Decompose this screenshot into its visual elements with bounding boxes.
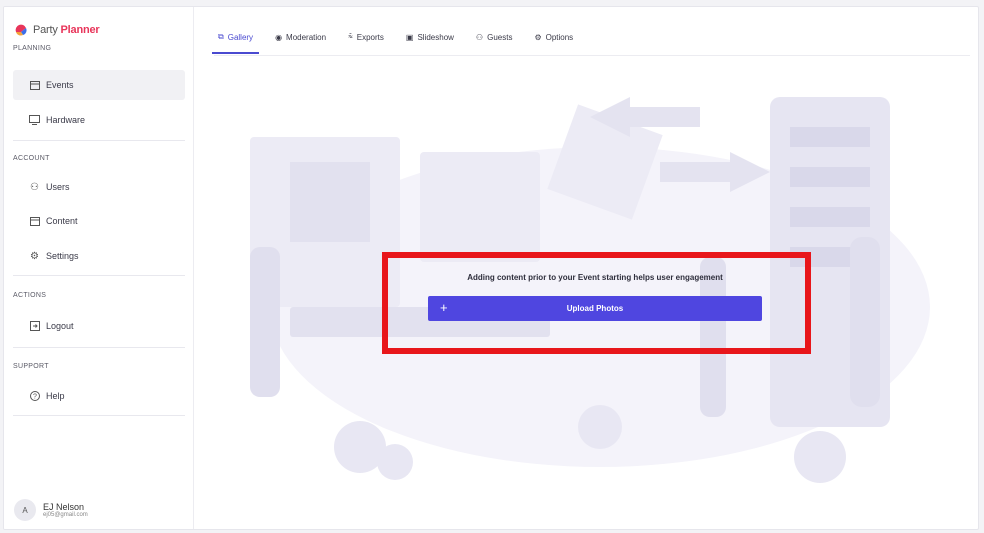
- sidebar-item-label: Hardware: [46, 115, 86, 125]
- tab-guests[interactable]: ⚇ Guests: [476, 29, 513, 45]
- plus-icon: +: [440, 300, 448, 315]
- calendar-icon: [29, 80, 40, 91]
- sidebar-item-logout[interactable]: Logout: [13, 311, 185, 341]
- sidebar-item-users[interactable]: ⚇ Users: [13, 172, 185, 202]
- user-email: ej05@gmail.com: [43, 512, 88, 518]
- user-profile[interactable]: A EJ Nelson ej05@gmail.com: [14, 499, 88, 521]
- tab-label: Gallery: [227, 32, 254, 42]
- options-icon: ⚙: [534, 32, 542, 42]
- gallery-icon: ⧉: [218, 32, 224, 41]
- gear-icon: ⚙: [30, 250, 39, 262]
- upload-photos-label: Upload Photos: [566, 304, 624, 313]
- slideshow-icon: ▣: [405, 32, 414, 42]
- logo[interactable]: Party Planner: [14, 23, 100, 37]
- sidebar-item-label: Users: [46, 182, 70, 192]
- tab-label: Moderation: [286, 32, 327, 42]
- sidebar-item-label: Help: [46, 391, 65, 401]
- divider: [13, 415, 185, 416]
- tab-label: Slideshow: [417, 32, 454, 42]
- tab-divider: [214, 55, 970, 56]
- section-label-planning: PLANNING: [13, 45, 52, 52]
- content-icon: [29, 216, 40, 227]
- sidebar-item-label: Logout: [46, 321, 74, 331]
- moderation-icon: ◉: [275, 32, 283, 42]
- sidebar-item-label: Content: [46, 216, 78, 226]
- avatar: A: [14, 499, 36, 521]
- divider: [13, 347, 185, 348]
- exports-icon: ⩯: [348, 32, 353, 41]
- users-icon: ⚇: [30, 181, 39, 193]
- user-name: EJ Nelson: [43, 502, 85, 512]
- section-label-account: ACCOUNT: [13, 155, 50, 162]
- sidebar-item-label: Settings: [46, 251, 79, 261]
- tab-moderation[interactable]: ◉ Moderation: [275, 29, 326, 45]
- logo-text: Party Planner: [33, 24, 100, 36]
- section-label-support: SUPPORT: [13, 363, 49, 370]
- upload-photos-button[interactable]: + Upload Photos: [428, 296, 762, 321]
- divider: [13, 275, 185, 276]
- app-window: Party Planner PLANNING Events Hardware A…: [3, 6, 979, 530]
- tab-label: Guests: [487, 32, 513, 42]
- sidebar-item-content[interactable]: Content: [13, 206, 185, 236]
- tab-slideshow[interactable]: ▣ Slideshow: [406, 29, 454, 45]
- divider: [13, 140, 185, 141]
- tab-bar: ⧉ Gallery ◉ Moderation ⩯ Exports ▣ Slide…: [211, 29, 573, 54]
- logo-icon: [15, 24, 27, 36]
- tab-label: Exports: [356, 32, 384, 42]
- sidebar: Party Planner PLANNING Events Hardware A…: [4, 7, 194, 529]
- sidebar-item-events[interactable]: Events: [13, 70, 185, 100]
- sidebar-item-label: Events: [46, 80, 74, 90]
- sidebar-item-help[interactable]: ? Help: [13, 381, 185, 411]
- svg-text:?: ?: [33, 394, 37, 401]
- section-label-actions: ACTIONS: [13, 292, 47, 299]
- guests-icon: ⚇: [475, 32, 484, 42]
- tab-label: Options: [545, 32, 574, 42]
- logout-icon: [29, 321, 40, 332]
- empty-state-hint: Adding content prior to your Event start…: [467, 273, 723, 282]
- sidebar-item-settings[interactable]: ⚙ Settings: [13, 241, 185, 271]
- tab-exports[interactable]: ⩯ Exports: [348, 29, 384, 45]
- tab-options[interactable]: ⚙ Options: [534, 29, 573, 45]
- tab-gallery[interactable]: ⧉ Gallery: [211, 29, 260, 54]
- help-icon: ?: [29, 391, 40, 402]
- monitor-icon: [29, 115, 40, 126]
- sidebar-item-hardware[interactable]: Hardware: [13, 105, 185, 135]
